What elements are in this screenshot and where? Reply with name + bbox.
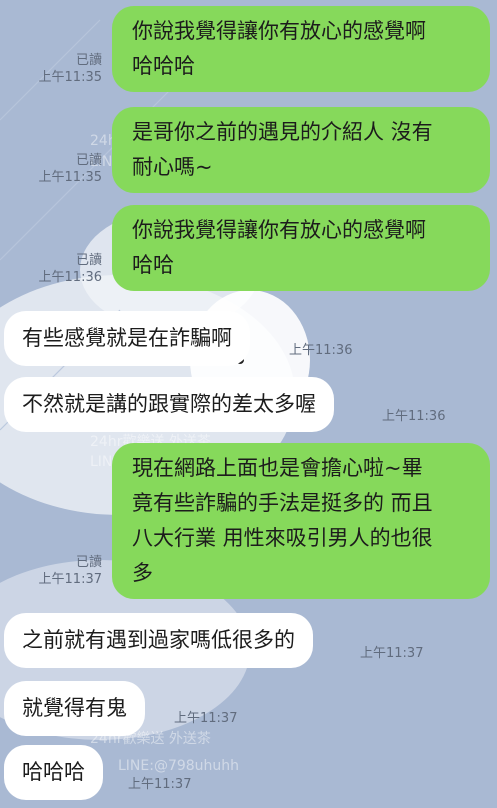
- message-bubble-incoming[interactable]: 不然就是講的跟實際的差太多喔: [4, 377, 334, 432]
- message-bubble-outgoing[interactable]: 你說我覺得讓你有放心的感覺啊 哈哈哈: [112, 6, 490, 92]
- watermark-line-2: LINE:@798uhuhh: [118, 758, 239, 774]
- read-receipt: 已讀: [75, 153, 102, 168]
- message-bubble-incoming[interactable]: 就覺得有鬼: [4, 681, 145, 736]
- message-timestamp: 上午11:36: [38, 270, 102, 285]
- message-bubble-incoming[interactable]: 之前就有遇到過家嗎低很多的: [4, 613, 313, 668]
- read-receipt: 已讀: [75, 253, 102, 268]
- message-timestamp: 上午11:36: [289, 343, 353, 358]
- message-timestamp: 上午11:35: [38, 70, 102, 85]
- message-timestamp: 上午11:37: [128, 777, 192, 792]
- message-meta: 已讀 上午11:35: [39, 52, 102, 86]
- message-timestamp: 上午11:37: [360, 646, 424, 661]
- message-bubble-incoming[interactable]: 有些感覺就是在詐騙啊: [4, 311, 250, 366]
- message-timestamp: 上午11:37: [38, 572, 102, 587]
- message-timestamp: 上午11:37: [174, 711, 238, 726]
- message-bubble-outgoing[interactable]: 你說我覺得讓你有放心的感覺啊 哈哈: [112, 205, 490, 291]
- read-receipt: 已讀: [75, 53, 102, 68]
- message-timestamp: 上午11:35: [38, 170, 102, 185]
- message-meta: 已讀 上午11:37: [39, 554, 102, 588]
- message-bubble-outgoing[interactable]: 現在網路上面也是會擔心啦~畢 竟有些詐騙的手法是挺多的 而且 八大行業 用性來吸…: [112, 443, 490, 599]
- message-timestamp: 上午11:36: [382, 409, 446, 424]
- message-meta: 已讀 上午11:35: [39, 152, 102, 186]
- message-bubble-outgoing[interactable]: 是哥你之前的遇見的介紹人 沒有 耐心嗎~: [112, 107, 490, 193]
- message-meta: 已讀 上午11:36: [39, 252, 102, 286]
- message-bubble-incoming[interactable]: 哈哈哈: [4, 745, 103, 800]
- read-receipt: 已讀: [75, 555, 102, 570]
